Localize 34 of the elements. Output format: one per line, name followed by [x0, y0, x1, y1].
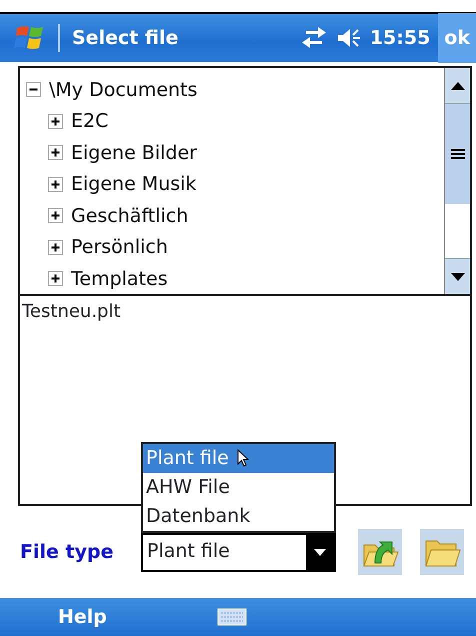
grip-icon: [450, 149, 464, 159]
expand-toggle[interactable]: [48, 240, 63, 255]
tree-item[interactable]: Eigene Bilder: [71, 138, 197, 167]
folder-up-button[interactable]: [358, 529, 402, 575]
dropdown-option[interactable]: Datenbank: [143, 502, 334, 530]
dropdown-option[interactable]: Plant file: [143, 444, 334, 472]
scroll-down-arrow-icon[interactable]: [450, 272, 464, 280]
scroll-up-arrow-icon[interactable]: [450, 82, 464, 90]
window-title: Select file: [58, 24, 178, 52]
caret-icon: [314, 548, 326, 556]
file-item[interactable]: Testneu.plt: [22, 298, 468, 325]
dropdown-arrow-button[interactable]: [306, 534, 334, 570]
tree-item[interactable]: E2C: [71, 107, 108, 136]
file-type-label: File type: [20, 540, 114, 565]
file-type-dropdown[interactable]: Plant file: [141, 532, 336, 572]
dropdown-option[interactable]: AHW File: [143, 472, 334, 502]
expand-toggle[interactable]: [48, 271, 63, 286]
tree-item[interactable]: Persönlich: [71, 233, 168, 262]
help-softkey[interactable]: Help: [52, 602, 113, 632]
expand-toggle[interactable]: [48, 176, 63, 192]
expand-toggle[interactable]: [48, 145, 63, 160]
tree-item[interactable]: \My Documents: [49, 76, 198, 104]
expand-toggle[interactable]: [48, 114, 63, 129]
connectivity-icon[interactable]: [300, 26, 328, 50]
keyboard-icon[interactable]: [216, 608, 247, 626]
tree-item[interactable]: Geschäftlich: [71, 202, 188, 230]
expand-toggle[interactable]: [48, 208, 63, 224]
tree-item[interactable]: Eigene Musik: [71, 170, 196, 198]
mouse-pointer-icon: [236, 449, 249, 467]
tree-item[interactable]: Templates: [71, 264, 168, 293]
clock-time[interactable]: 15:55: [370, 24, 430, 52]
volume-icon[interactable]: [336, 26, 362, 50]
collapse-toggle[interactable]: [26, 82, 41, 98]
scrollbar[interactable]: [444, 68, 470, 294]
